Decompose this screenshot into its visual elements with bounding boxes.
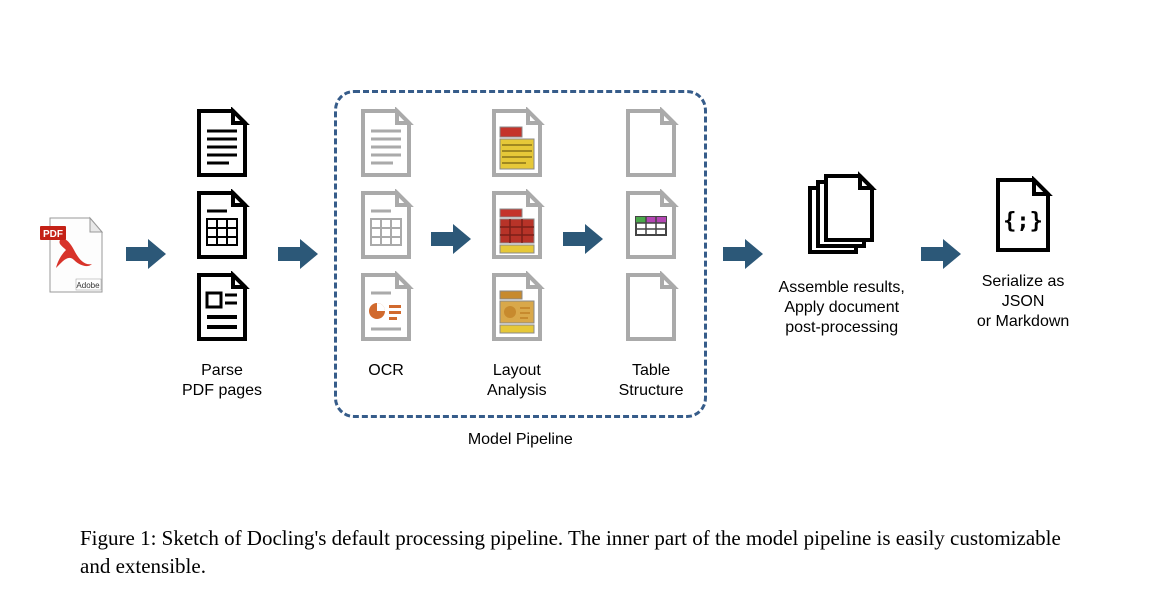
document-ocr-chart-icon [357, 271, 415, 343]
model-pipeline-box: OCR [334, 90, 707, 418]
document-table-structure-icon [622, 189, 680, 261]
stage-table: Table Structure [619, 107, 684, 401]
pipeline-diagram: PDF Adobe [0, 0, 1168, 470]
stage-ocr: OCR [357, 107, 415, 381]
documents-stack-icon [802, 170, 882, 260]
stage-layout-label: Layout Analysis [487, 361, 547, 401]
pdf-badge: PDF [43, 229, 63, 240]
stage-serialize-label: Serialize as JSON or Markdown [977, 272, 1069, 332]
stage-ocr-label: OCR [368, 361, 404, 381]
pipeline-row: PDF Adobe [0, 90, 1168, 418]
document-layout-yellow-icon [488, 107, 546, 179]
figure-caption: Figure 1: Sketch of Docling's default pr… [0, 525, 1168, 580]
arrow-icon [124, 236, 168, 272]
svg-text:{;}: {;} [1003, 209, 1043, 234]
pdf-file-icon: PDF Adobe [40, 212, 110, 297]
stage-assemble-label: Assemble results, Apply document post-pr… [779, 278, 905, 338]
stage-table-label: Table Structure [619, 361, 684, 401]
arrow-icon [429, 221, 473, 257]
document-ocr-table-icon [357, 189, 415, 261]
document-ocr-text-icon [357, 107, 415, 179]
document-mixed-icon [193, 271, 251, 343]
stage-input: PDF Adobe [40, 212, 110, 297]
arrow-icon [561, 221, 605, 257]
document-text-icon [193, 107, 251, 179]
stage-assemble: Assemble results, Apply document post-pr… [779, 170, 905, 338]
stage-serialize: {;} Serialize as JSON or Markdown [977, 176, 1069, 332]
arrow-icon [919, 236, 963, 272]
stage-layout: Layout Analysis [487, 107, 547, 401]
document-layout-red-icon [488, 189, 546, 261]
arrow-icon [721, 236, 765, 272]
document-blank-icon [622, 271, 680, 343]
arrow-icon [276, 236, 320, 272]
stage-parse: Parse PDF pages [182, 107, 262, 401]
pdf-vendor: Adobe [76, 281, 100, 290]
document-table-icon [193, 189, 251, 261]
json-file-icon: {;} [992, 176, 1054, 254]
pipeline-box-label: Model Pipeline [468, 431, 573, 449]
document-blank-icon [622, 107, 680, 179]
stage-parse-label: Parse PDF pages [182, 361, 262, 401]
document-layout-chart-icon [488, 271, 546, 343]
